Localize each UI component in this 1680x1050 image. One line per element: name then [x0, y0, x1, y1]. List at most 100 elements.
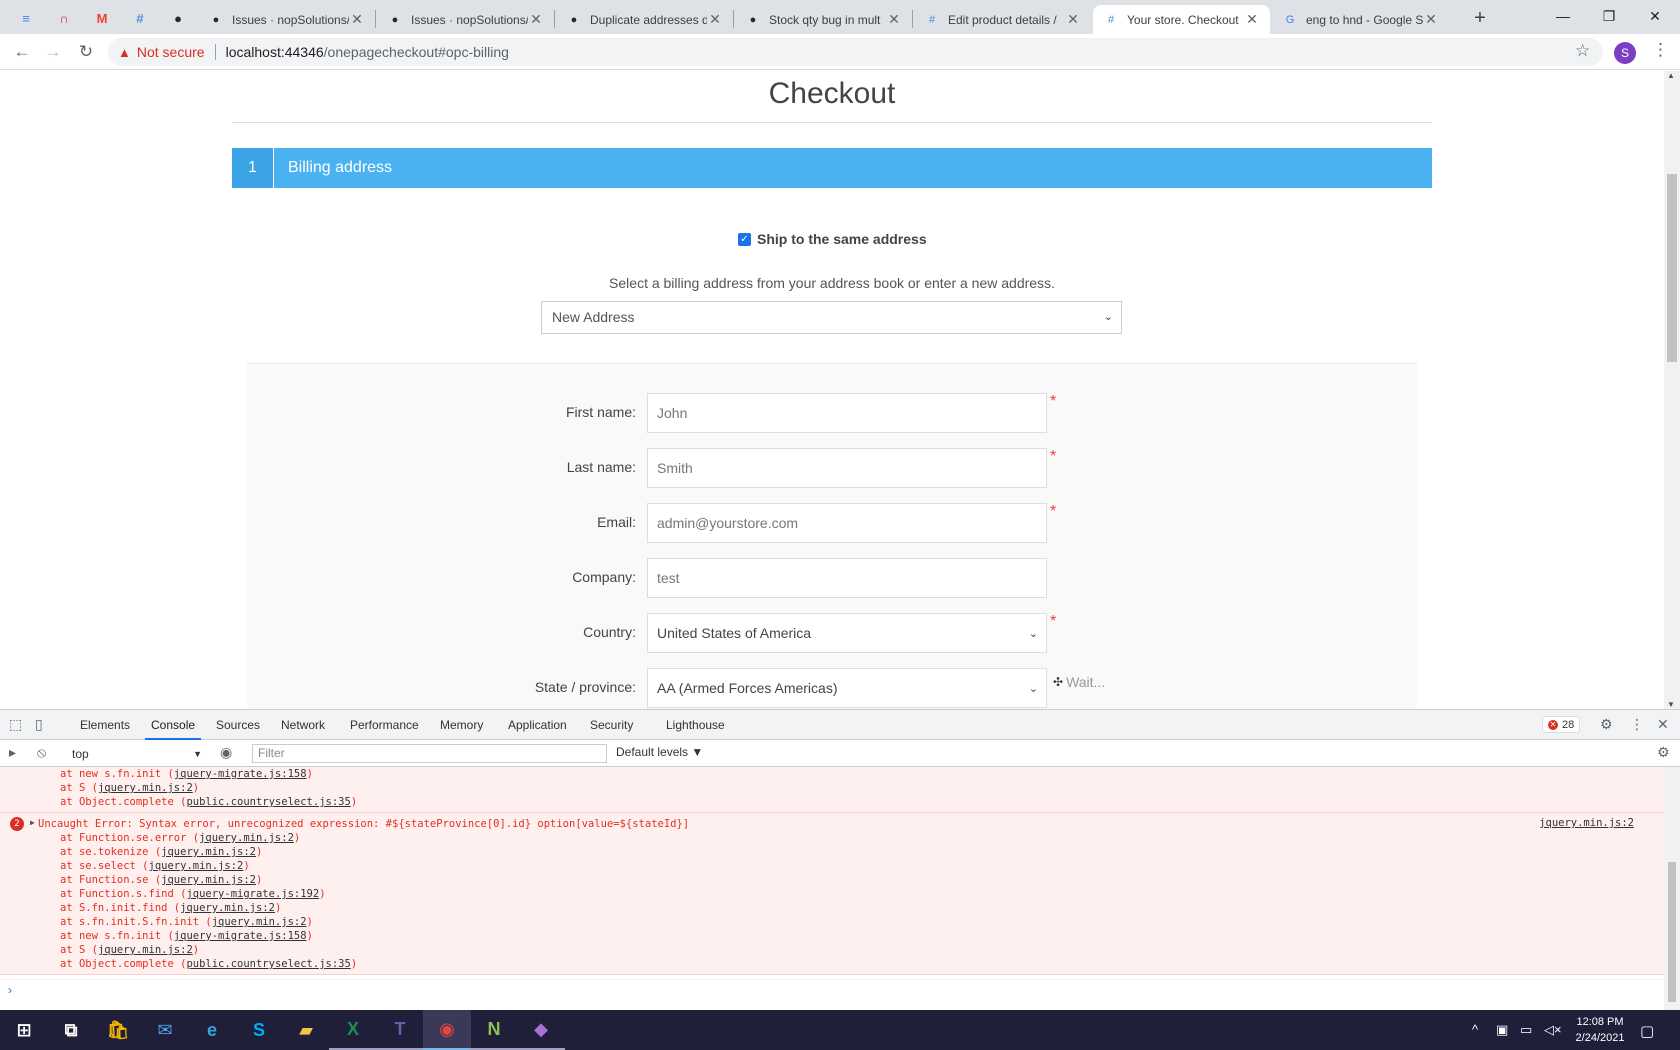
stack-source-link[interactable]: jquery-migrate.js:158 — [174, 768, 307, 780]
console-error-message[interactable]: at new s.fn.init (jquery-migrate.js:158)… — [0, 767, 1664, 813]
tray-chevron-icon[interactable]: ^ — [1472, 1022, 1478, 1037]
page-scroll-thumb[interactable] — [1667, 174, 1677, 362]
stack-source-link[interactable]: public.countryselect.js:35 — [186, 958, 350, 970]
stack-source-link[interactable]: jquery.min.js:2 — [161, 874, 256, 886]
tab-close-icon[interactable]: ✕ — [886, 11, 902, 28]
stack-source-link[interactable]: jquery.min.js:2 — [180, 902, 275, 914]
browser-tab[interactable]: ● Duplicate addresses d ✕ — [556, 5, 733, 34]
tab-close-icon[interactable]: ✕ — [1423, 11, 1439, 28]
company-input[interactable]: test — [647, 558, 1047, 598]
devtools-tab-sources[interactable]: Sources — [210, 710, 266, 740]
restore-button[interactable]: ❐ — [1586, 0, 1632, 32]
address-bar[interactable]: ▲ Not secure localhost:44346 /onepageche… — [108, 38, 1603, 66]
pinned-tab[interactable]: # — [122, 5, 158, 31]
tab-close-icon[interactable]: ✕ — [528, 11, 544, 28]
profile-avatar[interactable]: S — [1614, 42, 1636, 64]
file-explorer-icon[interactable]: ▰ — [282, 1010, 330, 1050]
browser-tab[interactable]: # Edit product details / ✕ — [914, 5, 1091, 34]
first-name-input[interactable]: John — [647, 393, 1047, 433]
stack-source-link[interactable]: jquery.min.js:2 — [212, 916, 307, 928]
new-tab-button[interactable]: + — [1467, 5, 1493, 31]
pinned-tab[interactable]: M — [84, 5, 120, 31]
volume-muted-icon[interactable]: ◁× — [1544, 1022, 1562, 1038]
console-scrollbar[interactable] — [1664, 767, 1680, 1010]
browser-tab[interactable]: ● Issues · nopSolutions/✕ — [377, 5, 554, 34]
console-scroll-thumb[interactable] — [1668, 862, 1676, 1002]
task-view-icon[interactable]: ⧉ — [47, 1010, 95, 1050]
minimize-button[interactable]: — — [1540, 0, 1586, 32]
billing-step-header[interactable]: 1 Billing address — [232, 148, 1432, 188]
page-scrollbar[interactable]: ▲ ▼ — [1664, 71, 1680, 709]
browser-menu-icon[interactable]: ⋮ — [1652, 40, 1669, 60]
console-filter-input[interactable]: Filter — [252, 744, 607, 763]
billing-address-select[interactable]: New Address ⌄ — [541, 301, 1122, 334]
context-select[interactable]: top ▼ — [66, 745, 202, 763]
tab-close-icon[interactable]: ✕ — [1065, 11, 1081, 28]
devtools-close-icon[interactable]: ✕ — [1657, 716, 1669, 733]
device-toolbar-icon[interactable]: ▯ — [35, 716, 43, 733]
pinned-tab[interactable]: ≡ — [8, 5, 44, 31]
state-province-select[interactable]: AA (Armed Forces Americas) ⌄ — [647, 668, 1047, 708]
network-icon[interactable]: ▭ — [1520, 1022, 1532, 1038]
edge-icon[interactable]: e — [188, 1010, 236, 1050]
store-icon[interactable]: 🛍 — [94, 1010, 142, 1050]
devtools-tab-elements[interactable]: Elements — [74, 710, 136, 740]
forward-icon[interactable]: → — [41, 40, 65, 64]
excel-icon[interactable]: X — [329, 1010, 377, 1050]
devtools-menu-icon[interactable]: ⋮ — [1630, 716, 1644, 733]
stack-source-link[interactable]: jquery.min.js:2 — [161, 846, 256, 858]
taskbar-clock[interactable]: 12:08 PM 2/24/2021 — [1560, 1014, 1640, 1046]
mail-icon[interactable]: ✉ — [141, 1010, 189, 1050]
close-window-button[interactable]: ✕ — [1632, 0, 1678, 32]
scroll-up-arrow-icon[interactable]: ▲ — [1667, 71, 1675, 80]
chrome-icon[interactable]: ◉ — [423, 1010, 471, 1050]
expand-triangle-icon[interactable]: ▶ — [30, 816, 35, 830]
teams-icon[interactable]: T — [376, 1010, 424, 1050]
devtools-tab-memory[interactable]: Memory — [434, 710, 489, 740]
devtools-tab-console[interactable]: Console — [145, 710, 202, 740]
browser-tab[interactable]: # Your store. Checkout ✕ — [1093, 5, 1270, 34]
devtools-tab-network[interactable]: Network — [275, 710, 331, 740]
stack-source-link[interactable]: jquery-migrate.js:192 — [186, 888, 319, 900]
last-name-input[interactable]: Smith — [647, 448, 1047, 488]
notepad-plus-icon[interactable]: N — [470, 1010, 518, 1050]
notifications-icon[interactable]: ▢ — [1640, 1022, 1654, 1040]
stack-source-link[interactable]: jquery-migrate.js:158 — [174, 930, 307, 942]
country-select[interactable]: United States of America ⌄ — [647, 613, 1047, 653]
ship-same-address-checkbox[interactable]: ✓ — [738, 232, 751, 246]
inspect-element-icon[interactable]: ⬚ — [9, 716, 22, 733]
log-levels-dropdown[interactable]: Default levels ▼ — [616, 745, 703, 759]
tab-close-icon[interactable]: ✕ — [707, 11, 723, 28]
sidebar-toggle-icon[interactable]: ▸ — [9, 744, 16, 761]
reload-icon[interactable]: ↻ — [74, 40, 98, 64]
bookmark-star-icon[interactable]: ☆ — [1575, 41, 1590, 61]
stack-source-link[interactable]: jquery.min.js:2 — [98, 944, 193, 956]
windows-start-icon[interactable]: ⊞ — [0, 1010, 48, 1050]
tray-app-icon[interactable]: ▣ — [1496, 1022, 1508, 1038]
stack-source-link[interactable]: jquery.min.js:2 — [98, 782, 193, 794]
scroll-down-arrow-icon[interactable]: ▼ — [1667, 700, 1675, 709]
console-error-message[interactable]: 2 ▶ jquery.min.js:2 Uncaught Error: Syntax … — [0, 813, 1664, 975]
live-expression-eye-icon[interactable]: ◉ — [220, 744, 232, 761]
tab-close-icon[interactable]: ✕ — [349, 11, 365, 28]
devtools-tab-application[interactable]: Application — [502, 710, 573, 740]
ship-same-address-option[interactable]: ✓ Ship to the same address — [738, 231, 927, 247]
stack-source-link[interactable]: public.countryselect.js:35 — [186, 796, 350, 808]
devtools-tab-security[interactable]: Security — [584, 710, 639, 740]
skype-icon[interactable]: S — [235, 1010, 283, 1050]
browser-tab[interactable]: Geng to hnd - Google S ✕ — [1272, 5, 1449, 34]
pinned-tab[interactable]: ● — [160, 5, 196, 31]
devtools-tab-performance[interactable]: Performance — [344, 710, 425, 740]
email-input[interactable]: admin@yourstore.com — [647, 503, 1047, 543]
message-source-link[interactable]: jquery.min.js:2 — [1539, 816, 1634, 830]
browser-tab[interactable]: ● Stock qty bug in mult ✕ — [735, 5, 912, 34]
clear-console-icon[interactable]: ⦸ — [37, 744, 46, 761]
devtools-tab-lighthouse[interactable]: Lighthouse — [660, 710, 731, 740]
tab-close-icon[interactable]: ✕ — [1244, 11, 1260, 28]
not-secure-label[interactable]: Not secure — [137, 44, 205, 60]
error-count-badge[interactable]: ✕ 28 — [1542, 716, 1581, 733]
back-icon[interactable]: ← — [10, 40, 34, 64]
pinned-tab[interactable]: ∩ — [46, 5, 82, 31]
devtools-settings-icon[interactable]: ⚙ — [1600, 716, 1613, 733]
browser-tab[interactable]: ● Issues · nopSolutions/✕ — [198, 5, 375, 34]
